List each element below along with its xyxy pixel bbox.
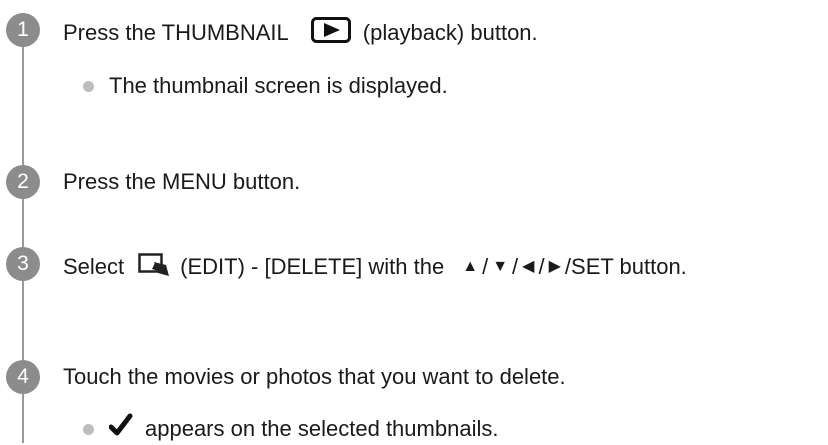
step-number-3: 3	[6, 247, 40, 281]
step-4-note: appears on the selected thumbnails.	[83, 413, 498, 445]
step-1-text: Press the THUMBNAIL (playback) button.	[63, 17, 538, 49]
step-1-after: (playback) button.	[362, 20, 538, 45]
arrow-down-icon: ▼	[492, 258, 509, 275]
bullet-icon	[83, 80, 94, 92]
step-number-4: 4	[6, 360, 40, 394]
step-3-middle: (EDIT) - [DELETE] with the	[180, 254, 445, 279]
step-3-after: /SET button.	[564, 254, 687, 279]
step-3-text: Select (EDIT) - [DELETE] with the ▲ / ▼ …	[63, 251, 687, 283]
playback-button-icon	[310, 17, 351, 49]
step-2-text: Press the MENU button.	[63, 169, 301, 194]
edit-icon	[138, 251, 170, 283]
arrow-right-icon: ▶	[548, 258, 561, 275]
arrow-left-icon: ◀	[522, 258, 535, 275]
bullet-icon	[83, 423, 94, 435]
step-1-note-text: The thumbnail screen is displayed.	[109, 73, 448, 98]
step-4-note-text: appears on the selected thumbnails.	[145, 416, 499, 441]
checkmark-icon	[108, 413, 133, 445]
direction-buttons: ▲ / ▼ / ◀ / ▶	[462, 254, 561, 279]
step-1-note: The thumbnail screen is displayed.	[83, 73, 448, 99]
step-3-before: Select	[63, 254, 125, 279]
step-number-2: 2	[6, 165, 40, 199]
arrow-up-icon: ▲	[462, 258, 479, 275]
step-1-before: Press the THUMBNAIL	[63, 20, 289, 45]
step-number-1: 1	[6, 13, 40, 47]
step-4-text: Touch the movies or photos that you want…	[63, 364, 566, 389]
